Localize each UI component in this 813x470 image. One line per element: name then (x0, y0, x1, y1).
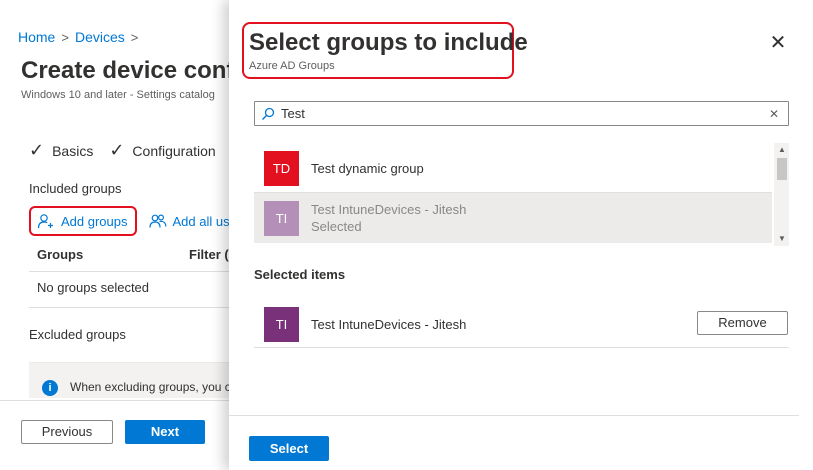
blade-subtitle: Azure AD Groups (249, 60, 335, 72)
scroll-down-icon[interactable]: ▼ (778, 234, 786, 243)
breadcrumb: Home > Devices > (18, 29, 138, 45)
next-button[interactable]: Next (125, 420, 205, 444)
search-icon (259, 105, 277, 123)
info-icon: i (42, 380, 58, 396)
add-groups-button[interactable]: Add groups (29, 206, 137, 236)
select-button[interactable]: Select (249, 436, 329, 461)
item-status: Selected (311, 219, 362, 234)
add-all-users-button[interactable]: Add all use (145, 206, 241, 236)
add-person-icon (37, 214, 53, 229)
add-groups-label: Add groups (61, 213, 128, 229)
search-results-list: TD Test dynamic group TI Test IntuneDevi… (254, 143, 789, 246)
scroll-up-icon[interactable]: ▲ (778, 145, 786, 154)
add-all-users-label: Add all use (172, 213, 237, 229)
divider (254, 192, 772, 193)
breadcrumb-separator: > (130, 29, 139, 45)
clear-icon[interactable]: ✕ (764, 107, 784, 121)
divider (254, 347, 789, 348)
item-name: Test IntuneDevices - Jitesh (311, 316, 467, 332)
no-groups-text: No groups selected (37, 280, 150, 295)
avatar: TD (264, 150, 299, 186)
breadcrumb-separator: > (61, 29, 69, 45)
checkmark-icon: ✓ (29, 140, 45, 160)
selected-items-label: Selected items (254, 267, 346, 282)
item-texts: Test IntuneDevices - Jitesh Selected (311, 202, 466, 234)
divider (29, 271, 229, 272)
divider (29, 307, 229, 308)
page-subtitle: Windows 10 and later - Settings catalog (21, 89, 215, 101)
blade-title: Select groups to include (249, 29, 528, 56)
scroll-thumb[interactable] (777, 158, 787, 180)
page-title: Create device confi (21, 57, 242, 84)
item-texts: Test dynamic group (311, 161, 424, 176)
step-label: Configuration (132, 142, 216, 159)
step-configuration[interactable]: ✓ Configuration (109, 140, 215, 161)
step-label: Basics (52, 142, 94, 159)
wizard-steps: ✓ Basics ✓ Configuration (29, 140, 216, 161)
avatar: TI (264, 306, 299, 342)
divider (229, 415, 799, 416)
item-name: Test IntuneDevices - Jitesh (311, 202, 467, 217)
item-name: Test dynamic group (311, 160, 424, 176)
breadcrumb-devices-link[interactable]: Devices (75, 29, 125, 45)
list-item[interactable]: TI Test IntuneDevices - Jitesh Selected (254, 193, 772, 243)
group-actions: Add groups Add all use (29, 206, 241, 236)
item-texts: Test IntuneDevices - Jitesh (311, 317, 466, 332)
info-text: When excluding groups, you c (70, 380, 231, 394)
step-basics[interactable]: ✓ Basics (29, 140, 93, 161)
excluded-groups-label: Excluded groups (29, 327, 126, 342)
avatar: TI (264, 200, 299, 236)
close-icon[interactable]: ✕ (767, 32, 789, 54)
remove-button[interactable]: Remove (697, 311, 788, 335)
search-input[interactable] (277, 106, 764, 121)
breadcrumb-home-link[interactable]: Home (18, 29, 55, 45)
previous-button[interactable]: Previous (21, 420, 113, 444)
scrollbar[interactable]: ▲ ▼ (774, 143, 789, 246)
people-icon (148, 214, 166, 228)
search-field[interactable]: ✕ (254, 101, 789, 126)
groups-column-header: Groups (37, 247, 84, 262)
included-groups-label: Included groups (29, 181, 122, 196)
list-item[interactable]: TD Test dynamic group (254, 143, 772, 193)
checkmark-icon: ✓ (109, 140, 125, 160)
select-groups-blade: Select groups to include Azure AD Groups… (229, 0, 813, 470)
